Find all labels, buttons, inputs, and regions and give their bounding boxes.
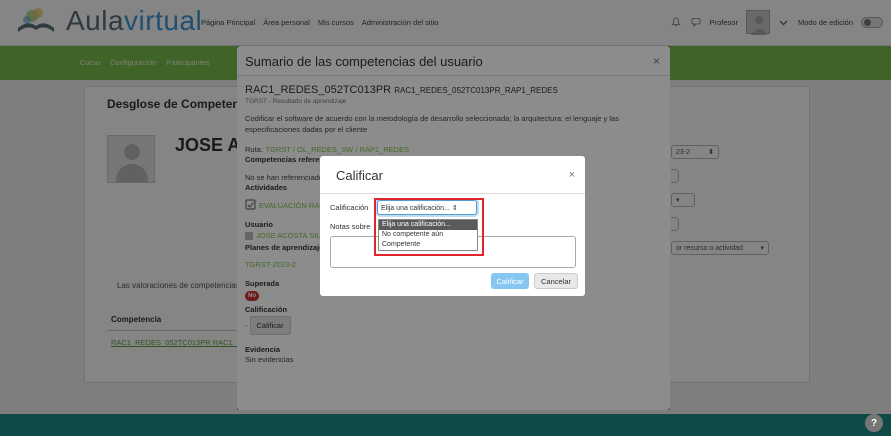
grade-option[interactable]: Competente [379,240,477,250]
grade-label: Calificación [330,203,369,212]
help-button[interactable]: ? [865,414,883,432]
cancel-button[interactable]: Cancelar [534,273,578,289]
grade-select-value: Elija una calificación... ⇕ [381,204,458,212]
grade-option[interactable]: Elija una calificación... [379,220,477,230]
grade-options-list: Elija una calificación... No competente … [378,219,478,251]
notes-label: Notas sobre [330,222,371,231]
grade-select[interactable]: Elija una calificación... ⇕ [377,200,477,215]
submit-grade-button[interactable]: Calificar [491,273,529,289]
close-icon[interactable]: × [569,169,575,181]
grade-dialog-title: Calificar [336,168,383,183]
grade-option[interactable]: No competente aún [379,230,477,240]
